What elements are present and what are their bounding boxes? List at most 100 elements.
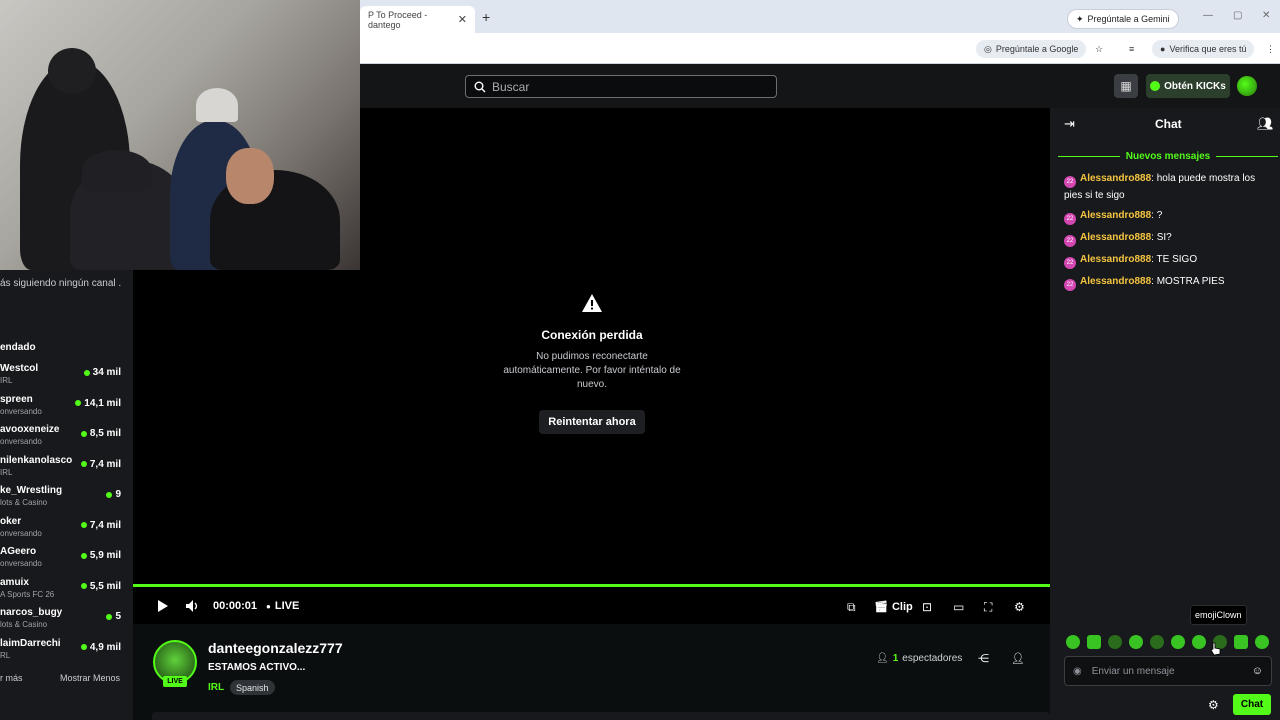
close-tab-icon[interactable]: ✕ — [458, 13, 467, 26]
channel-item[interactable]: laimDarrechi RL 4,9 mil — [0, 638, 125, 664]
channel-viewer-count: 5,5 mil — [89, 580, 121, 592]
volume-icon[interactable] — [186, 600, 200, 612]
verify-button[interactable]: ● Verifica que eres tú — [1152, 40, 1255, 58]
profile-icon: ● — [1160, 44, 1166, 54]
error-message: No pudimos reconectarte automáticamente.… — [503, 351, 681, 390]
send-chat-button[interactable]: Chat — [1233, 694, 1271, 715]
subscriber-badge-icon: 22 — [1064, 279, 1076, 291]
emote-icon[interactable] — [1087, 635, 1101, 649]
emote-icon[interactable] — [1234, 635, 1248, 649]
channel-item[interactable]: oker onversando 7,4 mil — [0, 516, 125, 542]
emote-icon[interactable] — [1171, 635, 1185, 649]
channel-name: spreen — [0, 393, 33, 405]
time-display: 00:00:01 — [213, 600, 258, 612]
live-dot-icon — [83, 369, 90, 376]
language-tag[interactable]: Spanish — [230, 680, 275, 695]
clip-label: Clip — [891, 600, 913, 613]
follow-icon[interactable]: 👤︎ — [1011, 652, 1025, 665]
clip-button[interactable]: 🎬︎ Clip — [874, 600, 913, 614]
minimize-icon[interactable]: — — [1203, 10, 1213, 21]
settings-gear-icon[interactable]: ⚙ — [1014, 600, 1025, 614]
channel-category: onversando — [0, 406, 42, 416]
channel-item[interactable]: spreen onversando 14,1 mil — [0, 394, 125, 420]
live-dot-icon — [106, 613, 113, 620]
ask-gemini-button[interactable]: ✦ Pregúntale a Gemini — [1067, 9, 1179, 29]
chat-username[interactable]: Alessandro888 — [1080, 276, 1151, 287]
channel-viewer-count: 7,4 mil — [89, 458, 121, 470]
live-dot-icon — [80, 644, 87, 650]
channel-item[interactable]: ke_Wrestling lots & Casino 9 — [0, 485, 125, 511]
channel-viewers: 14,1 mil — [75, 398, 121, 409]
emote-icon[interactable] — [1255, 635, 1269, 649]
emote-icon[interactable] — [1129, 635, 1143, 649]
chat-placeholder: Enviar un mensaje — [1091, 665, 1175, 677]
lens-icon: ◎ — [984, 43, 992, 54]
emote-icon[interactable] — [1192, 635, 1206, 649]
search-input[interactable]: Buscar — [465, 75, 777, 98]
address-bar[interactable] — [360, 33, 1280, 64]
channel-viewer-count: 14,1 mil — [84, 397, 121, 409]
new-messages-label: Nuevos mensajes — [1125, 150, 1211, 162]
chat-username[interactable]: Alessandro888 — [1080, 210, 1151, 221]
chat-message: 22 Alessandro888: SI? — [1064, 230, 1270, 247]
bookmark-star-icon[interactable]: ☆ — [1095, 40, 1103, 58]
hand-cursor-icon — [1210, 642, 1221, 656]
maximize-icon[interactable]: ▢ — [1233, 10, 1242, 21]
live-dot-icon — [80, 552, 87, 559]
streamer-name[interactable]: danteegonzalezz777 — [208, 640, 343, 656]
category-link[interactable]: IRL — [208, 682, 224, 693]
theater-mode-icon[interactable]: ▭ — [953, 600, 964, 614]
live-dot-icon — [80, 430, 87, 437]
emote-icon[interactable] — [1150, 635, 1164, 649]
channel-item[interactable]: AGeero onversando 5,9 mil — [0, 546, 125, 572]
chat-message-input[interactable]: ◉ Enviar un mensaje ☺ — [1064, 656, 1272, 686]
channel-item[interactable]: amuix A Sports FC 26 5,5 mil — [0, 577, 125, 603]
divider-line — [1216, 155, 1278, 157]
browser-tab[interactable]: P To Proceed - dantego ✕ — [360, 6, 475, 33]
channel-category: onversando — [0, 437, 42, 446]
channel-item[interactable]: Westcol IRL 34 mil — [0, 363, 125, 389]
browser-menu-icon[interactable]: ⋮ — [1266, 40, 1275, 58]
chat-username[interactable]: Alessandro888 — [1080, 254, 1151, 265]
viewer-number: 1 — [892, 653, 899, 664]
user-avatar[interactable] — [1237, 76, 1257, 96]
show-more-button[interactable]: r más — [0, 673, 23, 683]
channel-item[interactable]: avooxeneize onversando 8,5 mil — [0, 424, 125, 450]
play-icon[interactable] — [157, 600, 168, 612]
tab-title: P To Proceed - dantego — [368, 9, 428, 30]
chat-username[interactable]: Alessandro888 — [1080, 232, 1151, 243]
live-label: LIVE — [274, 600, 300, 612]
screen: P To Proceed - dantego ✕ + ✦ Pregúntale … — [0, 0, 1280, 720]
close-window-icon[interactable]: ✕ — [1262, 10, 1270, 21]
retry-button[interactable]: Reintentar ahora — [539, 410, 645, 434]
channel-name: ke_Wrestling — [0, 485, 63, 496]
subscriber-badge-icon: 22 — [1064, 257, 1076, 269]
emoji-tooltip: emojiClown — [1190, 605, 1247, 625]
picture-in-picture-icon[interactable]: ⧉ — [847, 600, 856, 615]
collapse-chat-icon[interactable]: ⇥ — [1064, 116, 1075, 132]
chat-text: MOSTRA PIES — [1156, 276, 1225, 287]
chat-users-icon[interactable]: 👥︎ — [1257, 116, 1274, 132]
new-tab-icon[interactable]: + — [482, 9, 490, 25]
get-kicks-button[interactable]: Obtén KICKs — [1146, 74, 1230, 98]
chat-message: 22 Alessandro888: hola puede mostra los p… — [1064, 171, 1270, 203]
content-strip — [152, 712, 1050, 720]
channel-item[interactable]: narcos_bugy lots & Casino 5 — [0, 607, 125, 633]
channel-item[interactable]: nilenkanolasco IRL 7,4 mil — [0, 455, 125, 481]
ask-google-button[interactable]: ◎ Pregúntale a Google — [976, 40, 1087, 58]
chat-settings-icon[interactable]: ⚙ — [1208, 698, 1219, 712]
media-controls-icon[interactable]: ≡ — [1129, 40, 1134, 58]
emote-icon[interactable] — [1066, 635, 1080, 649]
channel-name: narcos_bugy — [0, 607, 63, 618]
emote-icon[interactable] — [1108, 635, 1122, 649]
chat-username[interactable]: Alessandro888 — [1080, 173, 1151, 184]
fullscreen-icon[interactable]: ⛶ — [984, 600, 992, 615]
show-less-button[interactable]: Mostrar Menos — [60, 673, 120, 683]
channel-category: IRL — [0, 376, 13, 385]
error-title: Conexión perdida — [541, 328, 643, 342]
share-icon[interactable]: ⋲ — [978, 652, 989, 665]
emoji-picker-icon[interactable]: ☺ — [1252, 665, 1263, 677]
channel-viewer-count: 8,5 mil — [89, 428, 121, 439]
captions-icon[interactable]: ⊡ — [922, 600, 932, 614]
store-icon[interactable]: ▦ — [1114, 74, 1138, 98]
